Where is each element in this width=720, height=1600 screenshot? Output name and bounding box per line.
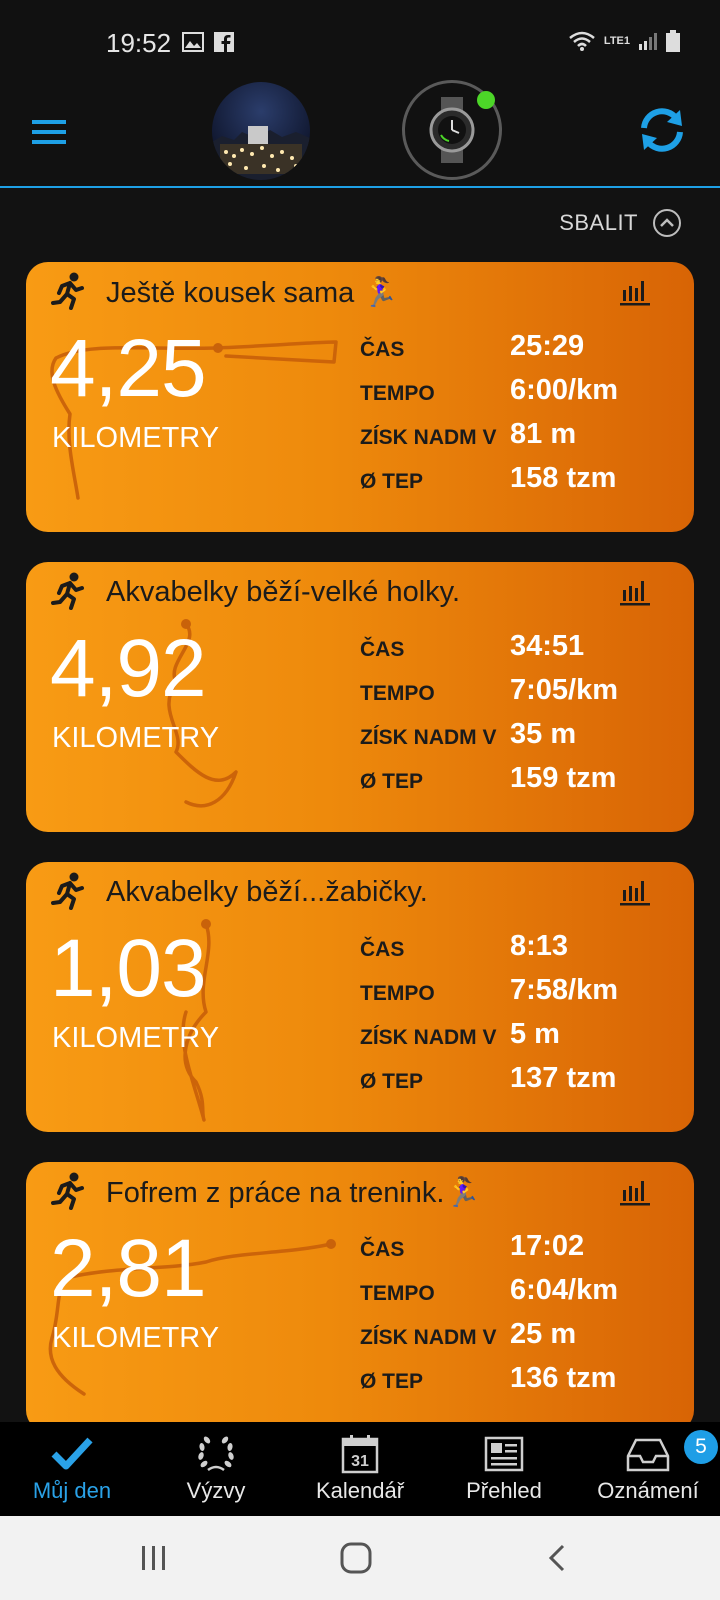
time-value: 25:29 xyxy=(510,330,585,362)
running-icon xyxy=(51,572,84,610)
wifi-icon xyxy=(569,31,595,51)
newsfeed-icon xyxy=(484,1436,524,1472)
nav-my-day[interactable]: Můj den xyxy=(0,1422,144,1516)
nav-notifications[interactable]: 5 Oznámení xyxy=(576,1422,720,1516)
running-icon xyxy=(51,272,84,310)
pace-label: TEMPO xyxy=(360,382,435,405)
activity-card[interactable]: Akvabelky běží...žabičky. 1,03 KILOMETRY… xyxy=(26,862,694,1132)
bar-chart-icon[interactable] xyxy=(620,578,650,606)
status-bar: 19:52 LTE1 xyxy=(0,0,720,82)
notification-badge: 5 xyxy=(684,1430,718,1464)
facebook-icon xyxy=(214,32,234,52)
time-label: ČAS xyxy=(360,338,405,361)
heart-rate-label: Ø TEP xyxy=(360,1070,424,1093)
system-navigation-bar xyxy=(0,1516,720,1600)
collapse-label: SBALIT xyxy=(559,210,638,235)
sync-icon[interactable] xyxy=(636,104,688,156)
pace-value: 6:04/km xyxy=(510,1274,619,1306)
pace-value: 6:00/km xyxy=(510,374,619,406)
activity-card[interactable]: Fofrem z práce na trenink.🏃‍♀️ 2,81 KILO… xyxy=(26,1162,694,1432)
pace-label: TEMPO xyxy=(360,682,435,705)
distance-value: 4,25 xyxy=(50,323,207,414)
activity-title: Ještě kousek sama 🏃‍♀️ xyxy=(106,277,399,309)
running-icon xyxy=(51,1172,84,1210)
distance-unit: KILOMETRY xyxy=(52,1322,220,1354)
chevron-up-icon xyxy=(653,209,681,237)
hamburger-menu-icon[interactable] xyxy=(30,112,70,152)
distance-value: 2,81 xyxy=(50,1223,207,1314)
profile-avatar[interactable] xyxy=(212,82,310,180)
time-value: 34:51 xyxy=(510,630,585,662)
gallery-icon xyxy=(182,32,204,52)
nav-challenges[interactable]: Výzvy xyxy=(144,1422,288,1516)
bottom-navigation: Můj den Výzvy 31 Kalendář Přehled 5 Ozná… xyxy=(0,1422,720,1516)
elevation-value: 25 m xyxy=(510,1318,577,1350)
heart-rate-value: 159 tzm xyxy=(510,762,617,794)
elevation-label: ZÍSK NADM V xyxy=(360,1026,497,1049)
distance-unit: KILOMETRY xyxy=(52,1022,220,1054)
elevation-label: ZÍSK NADM V xyxy=(360,426,497,449)
signal-icon xyxy=(639,33,657,50)
distance-value: 4,92 xyxy=(50,623,207,714)
battery-icon xyxy=(666,30,680,52)
heart-rate-value: 158 tzm xyxy=(510,462,617,494)
elevation-label: ZÍSK NADM V xyxy=(360,1326,497,1349)
distance-unit: KILOMETRY xyxy=(52,722,220,754)
pace-value: 7:58/km xyxy=(510,974,619,1006)
elevation-value: 81 m xyxy=(510,418,577,450)
calendar-icon: 31 xyxy=(341,1435,379,1474)
activity-title: Fofrem z práce na trenink.🏃‍♀️ xyxy=(106,1177,481,1209)
elevation-label: ZÍSK NADM V xyxy=(360,726,497,749)
nav-calendar[interactable]: 31 Kalendář xyxy=(288,1422,432,1516)
back-icon[interactable] xyxy=(536,1536,580,1580)
nav-label: Kalendář xyxy=(315,1478,405,1503)
elevation-value: 5 m xyxy=(510,1018,560,1050)
nav-label: Výzvy xyxy=(186,1478,246,1503)
network-label: LTE1 xyxy=(603,34,630,47)
inbox-icon xyxy=(626,1438,670,1472)
time-label: ČAS xyxy=(360,1238,405,1261)
distance-value: 1,03 xyxy=(50,923,207,1014)
elevation-value: 35 m xyxy=(510,718,577,750)
time-label: ČAS xyxy=(360,638,405,661)
activity-title: Akvabelky běží-velké holky. xyxy=(106,576,461,608)
bar-chart-icon[interactable] xyxy=(620,1178,650,1206)
activity-title: Akvabelky běží...žabičky. xyxy=(106,876,428,908)
collapse-toggle[interactable]: SBALIT xyxy=(559,208,682,238)
nav-label: Můj den xyxy=(32,1478,112,1503)
bar-chart-icon[interactable] xyxy=(620,878,650,906)
laurel-icon xyxy=(198,1436,234,1472)
nav-label: Přehled xyxy=(466,1478,542,1503)
calendar-day: 31 xyxy=(351,1453,369,1470)
time-value: 17:02 xyxy=(510,1230,585,1262)
connection-status-dot xyxy=(477,91,495,109)
device-watch-button[interactable] xyxy=(402,80,502,180)
app-header xyxy=(0,80,720,188)
checkmark-icon xyxy=(51,1437,93,1470)
distance-unit: KILOMETRY xyxy=(52,422,220,454)
pace-value: 7:05/km xyxy=(510,674,619,706)
time-label: ČAS xyxy=(360,938,405,961)
nav-label: Oznámení xyxy=(597,1478,699,1503)
heart-rate-value: 137 tzm xyxy=(510,1062,617,1094)
status-time: 19:52 xyxy=(106,28,172,58)
heart-rate-label: Ø TEP xyxy=(360,470,424,493)
heart-rate-label: Ø TEP xyxy=(360,770,424,793)
running-icon xyxy=(51,872,84,910)
time-value: 8:13 xyxy=(510,930,569,962)
bar-chart-icon[interactable] xyxy=(620,278,650,306)
pace-label: TEMPO xyxy=(360,982,435,1005)
heart-rate-value: 136 tzm xyxy=(510,1362,617,1394)
nav-overview[interactable]: Přehled xyxy=(432,1422,576,1516)
recent-apps-icon[interactable] xyxy=(132,1536,176,1580)
activity-card[interactable]: Akvabelky běží-velké holky. 4,92 KILOMET… xyxy=(26,562,694,832)
heart-rate-label: Ø TEP xyxy=(360,1370,424,1393)
home-icon[interactable] xyxy=(334,1536,378,1580)
pace-label: TEMPO xyxy=(360,1282,435,1305)
activity-card[interactable]: Ještě kousek sama 🏃‍♀️ 4,25 KILOMETRY ČA… xyxy=(26,262,694,532)
